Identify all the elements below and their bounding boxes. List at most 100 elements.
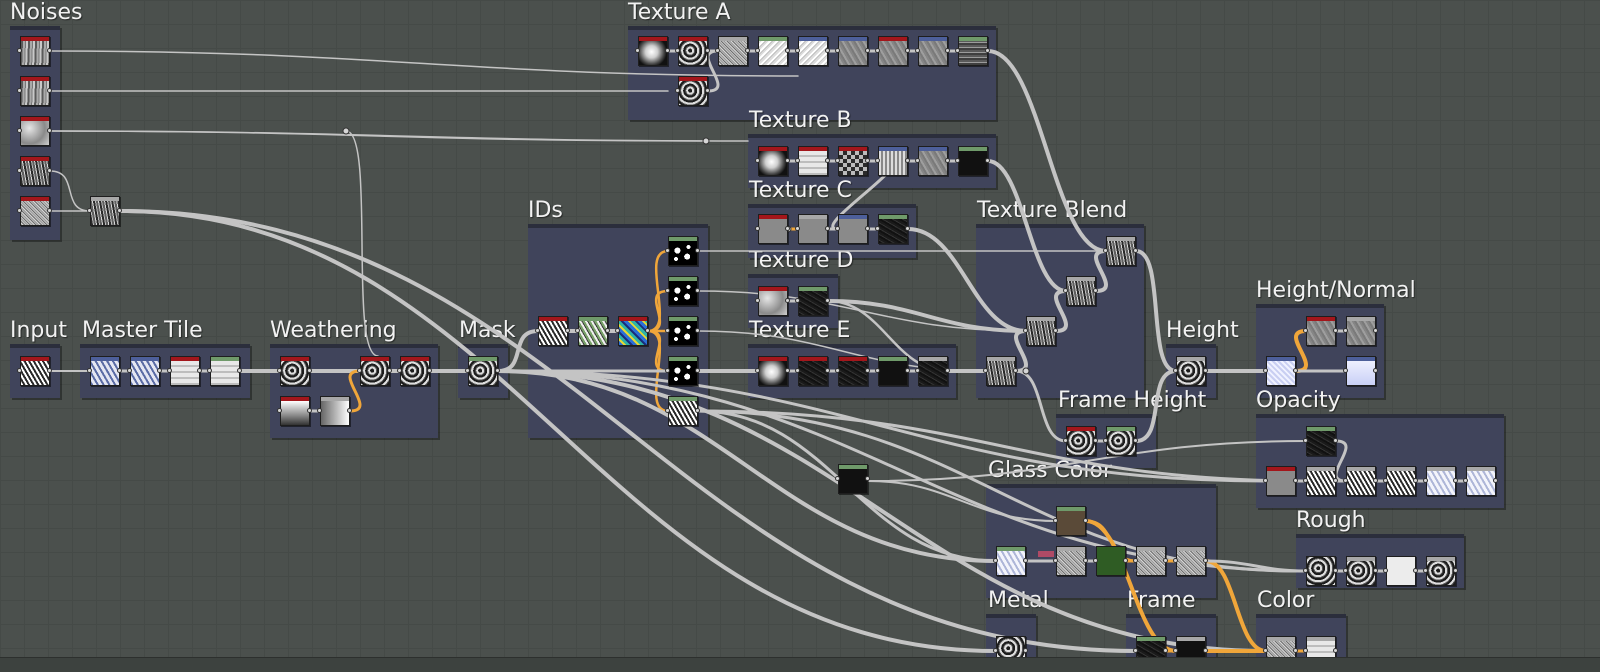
node-weathering-3[interactable] bbox=[400, 356, 430, 386]
output-port[interactable] bbox=[1293, 648, 1298, 653]
input-port[interactable] bbox=[1173, 648, 1178, 653]
node-opacity-3[interactable] bbox=[1386, 466, 1416, 496]
node-glass-color-green[interactable] bbox=[1096, 546, 1126, 576]
input-port[interactable] bbox=[1463, 478, 1468, 483]
input-port[interactable] bbox=[795, 48, 800, 53]
output-port[interactable] bbox=[1373, 328, 1378, 333]
input-port[interactable] bbox=[755, 48, 760, 53]
input-port[interactable] bbox=[1383, 478, 1388, 483]
node-tex-c-output[interactable] bbox=[878, 214, 908, 244]
output-port[interactable] bbox=[1293, 368, 1298, 373]
input-port[interactable] bbox=[575, 328, 580, 333]
input-port[interactable] bbox=[675, 48, 680, 53]
input-port[interactable] bbox=[875, 48, 880, 53]
input-port[interactable] bbox=[17, 168, 22, 173]
node-opacity-2[interactable] bbox=[1346, 466, 1376, 496]
output-port[interactable] bbox=[745, 48, 750, 53]
input-port[interactable] bbox=[17, 208, 22, 213]
node-tex-a-blend-2[interactable] bbox=[878, 36, 908, 66]
output-port[interactable] bbox=[1373, 368, 1378, 373]
output-port[interactable] bbox=[427, 368, 432, 373]
input-port[interactable] bbox=[955, 158, 960, 163]
input-port[interactable] bbox=[1063, 438, 1068, 443]
node-weathering-2[interactable] bbox=[360, 356, 390, 386]
input-port[interactable] bbox=[665, 368, 670, 373]
output-port[interactable] bbox=[945, 48, 950, 53]
input-port[interactable] bbox=[835, 226, 840, 231]
output-port[interactable] bbox=[307, 408, 312, 413]
input-port[interactable] bbox=[357, 368, 362, 373]
input-port[interactable] bbox=[983, 368, 988, 373]
node-tex-d-cloud[interactable] bbox=[758, 286, 788, 316]
input-port[interactable] bbox=[835, 158, 840, 163]
input-port[interactable] bbox=[1053, 558, 1058, 563]
node-noise-streaks-1[interactable] bbox=[20, 36, 50, 66]
node-height-output[interactable] bbox=[1176, 356, 1206, 386]
output-port[interactable] bbox=[945, 368, 950, 373]
output-port[interactable] bbox=[1333, 438, 1338, 443]
output-port[interactable] bbox=[905, 158, 910, 163]
input-port[interactable] bbox=[755, 368, 760, 373]
input-port[interactable] bbox=[127, 368, 132, 373]
input-port[interactable] bbox=[1103, 248, 1108, 253]
output-port[interactable] bbox=[825, 298, 830, 303]
node-ids-mask-4[interactable] bbox=[668, 356, 698, 386]
output-port[interactable] bbox=[865, 368, 870, 373]
input-port[interactable] bbox=[1053, 518, 1058, 523]
output-port[interactable] bbox=[47, 168, 52, 173]
output-port[interactable] bbox=[695, 248, 700, 253]
input-port[interactable] bbox=[715, 48, 720, 53]
output-port[interactable] bbox=[1203, 368, 1208, 373]
node-tex-a-warp[interactable] bbox=[718, 36, 748, 66]
node-rough-3[interactable] bbox=[1386, 556, 1416, 586]
node-tex-b-tiles[interactable] bbox=[798, 146, 828, 176]
input-port[interactable] bbox=[665, 288, 670, 293]
output-port[interactable] bbox=[905, 226, 910, 231]
output-port[interactable] bbox=[1093, 438, 1098, 443]
node-tex-a-tone[interactable] bbox=[918, 36, 948, 66]
input-port[interactable] bbox=[17, 48, 22, 53]
node-weathering-1[interactable] bbox=[280, 356, 310, 386]
node-tex-a-blend-1[interactable] bbox=[798, 36, 828, 66]
node-normal-gen[interactable] bbox=[1306, 316, 1336, 346]
node-master-tile-3[interactable] bbox=[170, 356, 200, 386]
node-ids-mask-2[interactable] bbox=[668, 276, 698, 306]
node-tex-b-stripes[interactable] bbox=[878, 146, 908, 176]
node-tex-e-blend-2[interactable] bbox=[838, 356, 868, 386]
input-port[interactable] bbox=[17, 128, 22, 133]
output-port[interactable] bbox=[865, 158, 870, 163]
output-port[interactable] bbox=[705, 48, 710, 53]
input-port[interactable] bbox=[1173, 368, 1178, 373]
input-port[interactable] bbox=[755, 158, 760, 163]
output-port[interactable] bbox=[47, 88, 52, 93]
node-ids-pattern[interactable] bbox=[538, 316, 568, 346]
node-weathering-levels[interactable] bbox=[320, 396, 350, 426]
input-port[interactable] bbox=[397, 368, 402, 373]
input-port[interactable] bbox=[1263, 368, 1268, 373]
output-port[interactable] bbox=[785, 368, 790, 373]
output-port[interactable] bbox=[1133, 248, 1138, 253]
bottom-scrollbar[interactable] bbox=[0, 657, 1600, 672]
output-port[interactable] bbox=[1123, 558, 1128, 563]
output-port[interactable] bbox=[645, 328, 650, 333]
node-glass-color-brown[interactable] bbox=[1056, 506, 1086, 536]
output-port[interactable] bbox=[705, 88, 710, 93]
output-port[interactable] bbox=[1373, 568, 1378, 573]
output-port[interactable] bbox=[695, 408, 700, 413]
output-port[interactable] bbox=[1453, 568, 1458, 573]
output-port[interactable] bbox=[825, 368, 830, 373]
input-port[interactable] bbox=[795, 158, 800, 163]
input-port[interactable] bbox=[535, 328, 540, 333]
node-tex-a-shape[interactable] bbox=[638, 36, 668, 66]
output-port[interactable] bbox=[387, 368, 392, 373]
node-ids-mask-1[interactable] bbox=[668, 236, 698, 266]
input-port[interactable] bbox=[875, 368, 880, 373]
node-tex-b-blend[interactable] bbox=[918, 146, 948, 176]
node-tex-e-blend-3[interactable] bbox=[878, 356, 908, 386]
node-normal-levels[interactable] bbox=[1346, 316, 1376, 346]
node-tex-a-output[interactable] bbox=[958, 36, 988, 66]
output-port[interactable] bbox=[1333, 568, 1338, 573]
input-port[interactable] bbox=[915, 158, 920, 163]
input-port[interactable] bbox=[1263, 648, 1268, 653]
output-port[interactable] bbox=[1373, 478, 1378, 483]
